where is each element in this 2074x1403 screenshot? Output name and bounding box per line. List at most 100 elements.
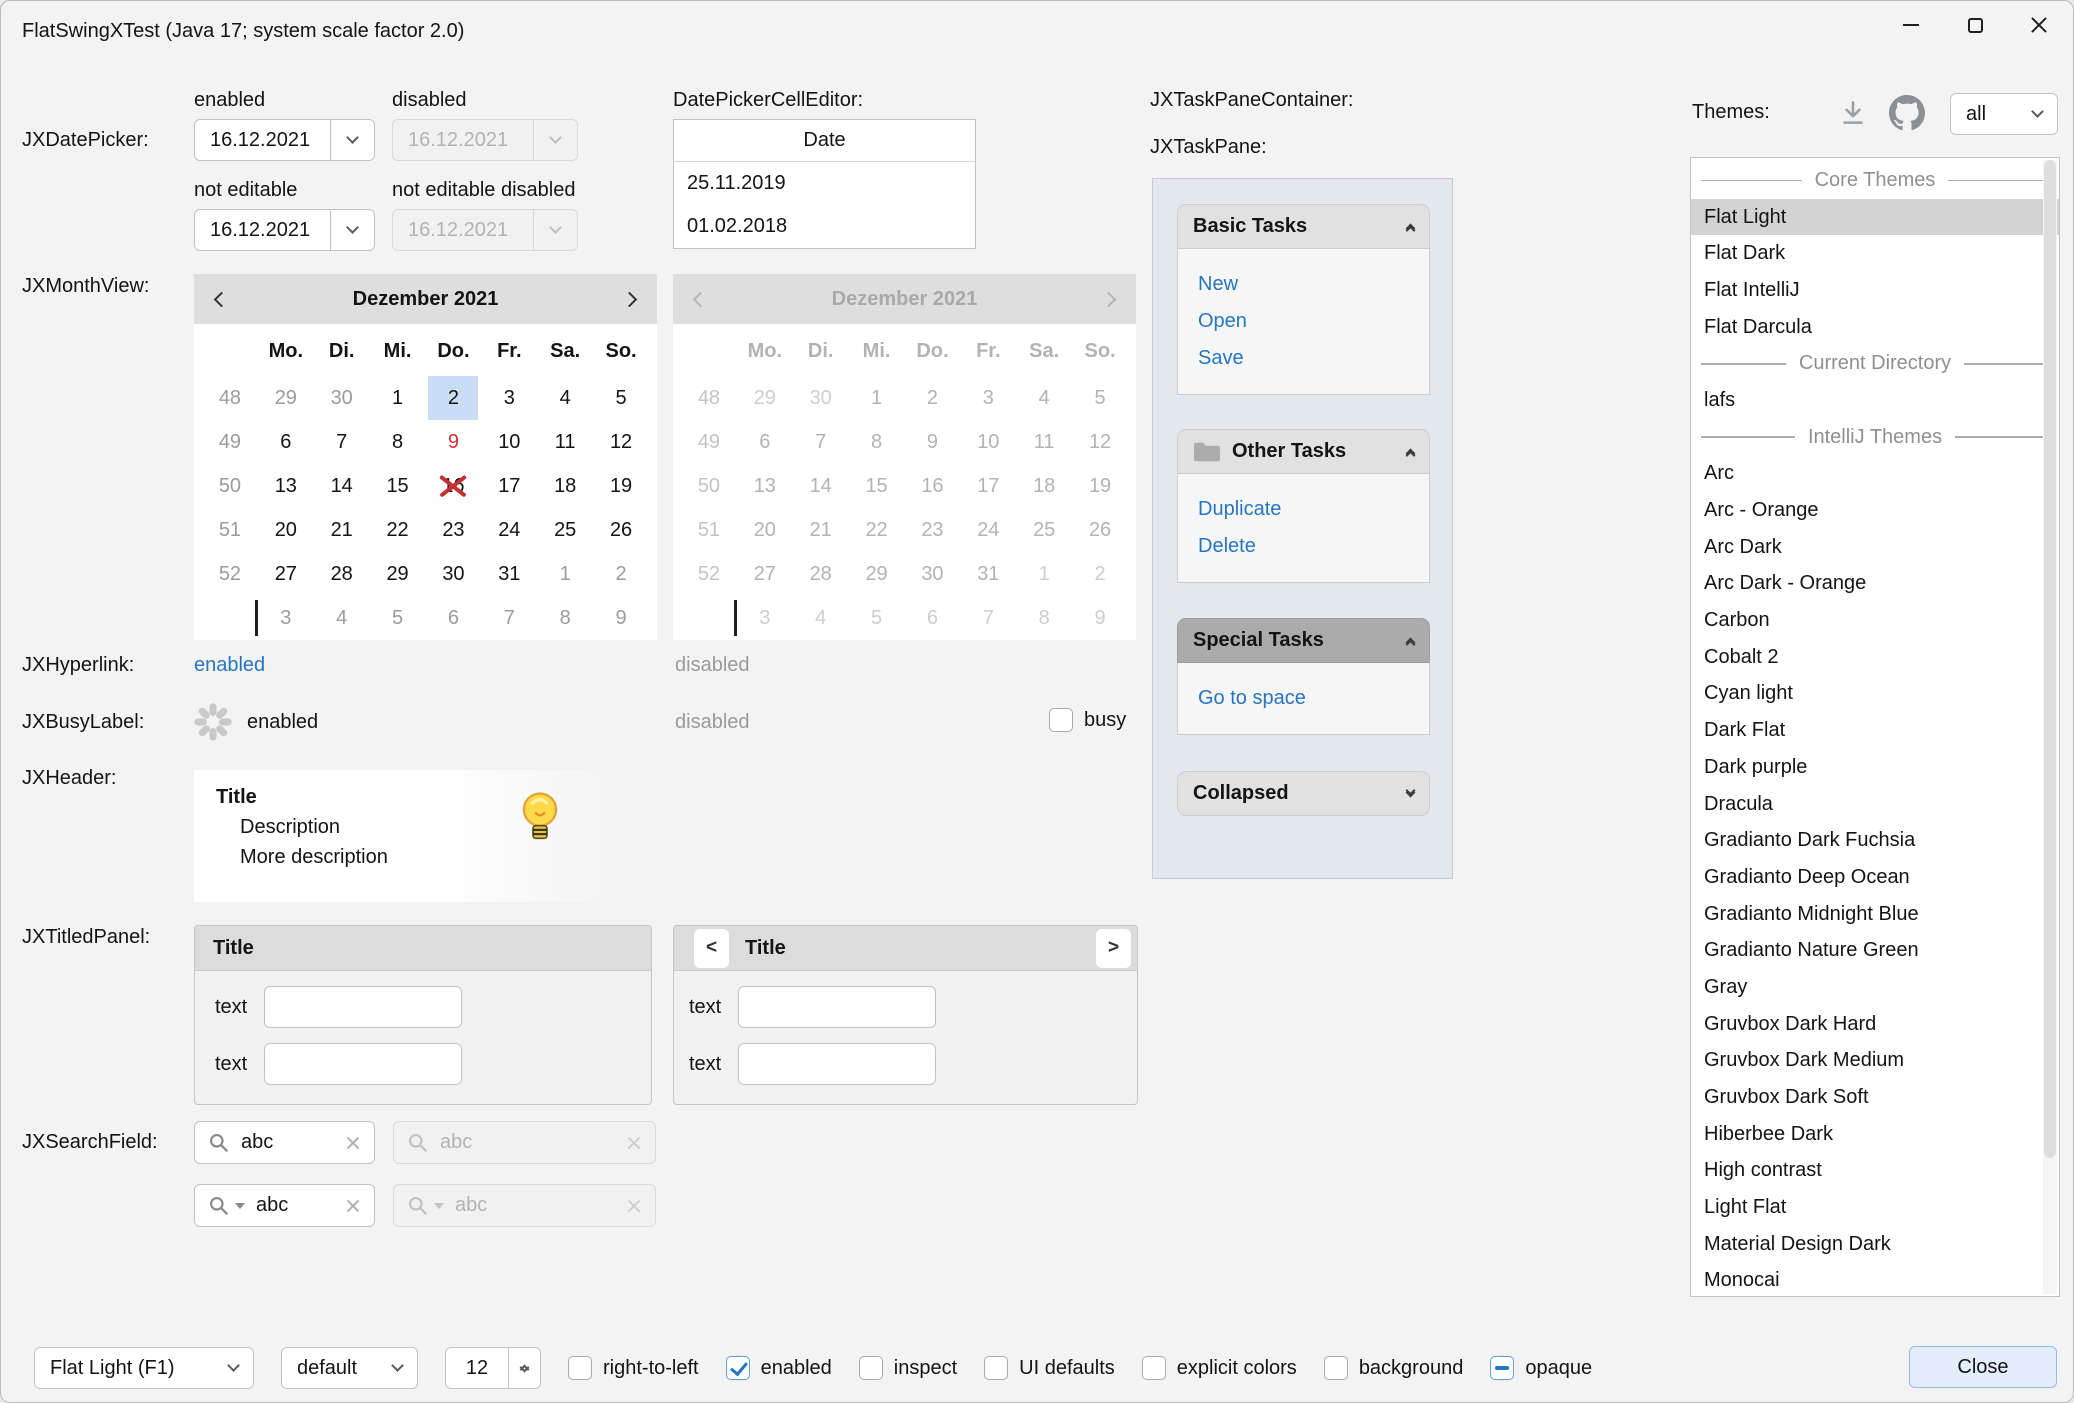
previous-month-icon[interactable] (214, 291, 230, 307)
explicit-colors-checkbox[interactable]: explicit colors (1142, 1356, 1297, 1380)
table-column-header[interactable]: Date (674, 120, 975, 162)
theme-item[interactable]: lafs (1691, 382, 2059, 419)
calendar-day[interactable]: 29 (373, 552, 423, 596)
date-picker-dropdown-button[interactable] (330, 120, 374, 160)
theme-item[interactable]: Cyan light (1691, 676, 2059, 713)
themes-scrollbar[interactable] (2043, 160, 2057, 1294)
font-family-combobox[interactable]: default (281, 1347, 418, 1389)
calendar-day[interactable]: 5 (596, 376, 646, 420)
calendar-day[interactable]: 27 (261, 552, 311, 596)
calendar-day[interactable]: 9 (596, 596, 646, 640)
next-month-icon[interactable] (622, 291, 638, 307)
search-field-enabled[interactable]: abc (194, 1121, 375, 1164)
calendar-day[interactable]: 7 (317, 420, 367, 464)
task-pane-header[interactable]: Other Tasks (1177, 429, 1430, 474)
calendar-day[interactable]: 7 (484, 596, 534, 640)
calendar-day[interactable]: 15 (373, 464, 423, 508)
theme-item[interactable]: Dracula (1691, 786, 2059, 823)
themes-filter-combobox[interactable]: all (1950, 93, 2058, 135)
theme-item[interactable]: Dark purple (1691, 749, 2059, 786)
calendar-day[interactable]: 8 (373, 420, 423, 464)
calendar-day[interactable]: 3 (261, 596, 311, 640)
calendar-day[interactable]: 5 (373, 596, 423, 640)
calendar-day[interactable]: 31 (484, 552, 534, 596)
calendar-day[interactable]: 2 (428, 376, 478, 420)
calendar-day[interactable]: 26 (596, 508, 646, 552)
calendar-day[interactable]: 30 (317, 376, 367, 420)
calendar-day[interactable]: 13 (261, 464, 311, 508)
theme-item[interactable]: Arc (1691, 456, 2059, 493)
theme-item[interactable]: Gray (1691, 969, 2059, 1006)
font-size-spinner[interactable]: 12 (445, 1347, 541, 1389)
close-button[interactable]: Close (1909, 1346, 2057, 1388)
scrollbar-thumb[interactable] (2044, 160, 2056, 1158)
task-link[interactable]: Open (1198, 303, 1409, 340)
close-window-button[interactable] (2007, 3, 2071, 47)
text-input[interactable] (738, 986, 936, 1028)
calendar-day[interactable]: 24 (484, 508, 534, 552)
calendar-day[interactable]: 1 (373, 376, 423, 420)
calendar-day[interactable]: 2 (596, 552, 646, 596)
calendar-day[interactable]: 20 (261, 508, 311, 552)
busy-checkbox[interactable]: busy (1049, 708, 1126, 732)
theme-item[interactable]: Carbon (1691, 602, 2059, 639)
laf-combobox[interactable]: Flat Light (F1) (34, 1347, 254, 1389)
maximize-button[interactable] (1943, 3, 2007, 47)
theme-item[interactable]: Gradianto Deep Ocean (1691, 859, 2059, 896)
github-icon[interactable] (1889, 95, 1925, 131)
calendar-day[interactable]: 4 (317, 596, 367, 640)
opaque-checkbox[interactable]: opaque (1490, 1356, 1592, 1380)
task-pane-header[interactable]: Special Tasks (1177, 618, 1430, 663)
calendar-day[interactable]: 9 (428, 420, 478, 464)
calendar-day[interactable]: 25 (540, 508, 590, 552)
calendar-day[interactable]: 1 (540, 552, 590, 596)
panel-nav-right-button[interactable]: > (1096, 929, 1131, 968)
calendar-day[interactable]: 6 (428, 596, 478, 640)
spinner-buttons[interactable] (508, 1348, 540, 1388)
calendar-day[interactable]: 6 (261, 420, 311, 464)
theme-item[interactable]: Flat Dark (1691, 235, 2059, 272)
calendar-day[interactable]: 11 (540, 420, 590, 464)
date-picker-dropdown-button[interactable] (330, 210, 374, 250)
theme-item[interactable]: Cobalt 2 (1691, 639, 2059, 676)
theme-item[interactable]: Gradianto Dark Fuchsia (1691, 822, 2059, 859)
calendar-day[interactable]: 30 (428, 552, 478, 596)
background-checkbox[interactable]: background (1324, 1356, 1464, 1380)
theme-item[interactable]: Gradianto Midnight Blue (1691, 896, 2059, 933)
minimize-button[interactable] (1879, 3, 1943, 47)
theme-item[interactable]: Monocai (1691, 1263, 2059, 1297)
task-link[interactable]: New (1198, 266, 1409, 303)
calendar-day[interactable]: 8 (540, 596, 590, 640)
theme-item[interactable]: Arc Dark (1691, 529, 2059, 566)
theme-item[interactable]: Material Design Dark (1691, 1226, 2059, 1263)
theme-item[interactable]: Flat IntelliJ (1691, 272, 2059, 309)
calendar-day[interactable]: 17 (484, 464, 534, 508)
calendar-day[interactable]: 16 (428, 464, 478, 508)
calendar-day[interactable]: 3 (484, 376, 534, 420)
theme-item[interactable]: Light Flat (1691, 1189, 2059, 1226)
theme-item[interactable]: Arc - Orange (1691, 492, 2059, 529)
right-to-left-checkbox[interactable]: right-to-left (568, 1356, 699, 1380)
calendar-day[interactable]: 14 (317, 464, 367, 508)
theme-item[interactable]: Gruvbox Dark Medium (1691, 1043, 2059, 1080)
ui-defaults-checkbox[interactable]: UI defaults (984, 1356, 1115, 1380)
task-link[interactable]: Go to space (1198, 680, 1409, 717)
text-input[interactable] (738, 1043, 936, 1085)
calendar-day[interactable]: 22 (373, 508, 423, 552)
hyperlink-enabled[interactable]: enabled (194, 654, 265, 677)
text-input[interactable] (264, 1043, 462, 1085)
enabled-checkbox[interactable]: enabled (726, 1356, 832, 1380)
theme-item[interactable]: Gruvbox Dark Soft (1691, 1079, 2059, 1116)
calendar-day[interactable]: 29 (261, 376, 311, 420)
calendar-day[interactable]: 19 (596, 464, 646, 508)
table-row[interactable]: 01.02.2018 (674, 205, 975, 248)
theme-item[interactable]: Gruvbox Dark Hard (1691, 1006, 2059, 1043)
task-link[interactable]: Duplicate (1198, 491, 1409, 528)
inspect-checkbox[interactable]: inspect (859, 1356, 957, 1380)
calendar-day[interactable]: 28 (317, 552, 367, 596)
download-icon[interactable] (1837, 97, 1869, 129)
calendar-day[interactable]: 18 (540, 464, 590, 508)
text-input[interactable] (264, 986, 462, 1028)
calendar-day[interactable]: 12 (596, 420, 646, 464)
table-row[interactable]: 25.11.2019 (674, 162, 975, 205)
